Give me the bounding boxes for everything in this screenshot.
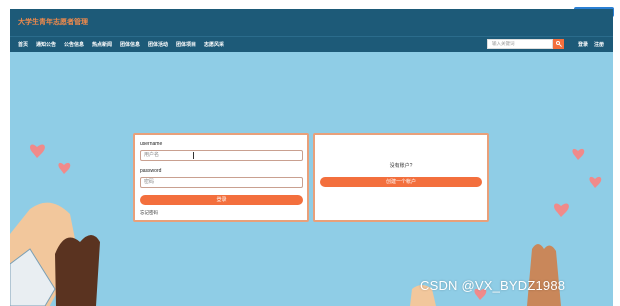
nav-item-announcements[interactable]: 公告信息 bbox=[64, 41, 84, 48]
nav-item-groups[interactable]: 团体信息 bbox=[120, 41, 140, 48]
heart-icon bbox=[589, 176, 602, 188]
password-input[interactable]: 密码 bbox=[140, 177, 303, 188]
hand-illustration bbox=[55, 235, 100, 306]
nav-item-home[interactable]: 首页 bbox=[18, 41, 28, 48]
site-title[interactable]: 大学生青年志愿者管理 bbox=[18, 17, 88, 27]
create-account-button[interactable]: 创建一个帐户 bbox=[320, 177, 482, 187]
heart-icon bbox=[30, 144, 45, 158]
main-nav: 首页 通知公告 公告信息 热点新闻 团体信息 团体活动 团体项目 志愿风采 输入… bbox=[10, 36, 613, 52]
nav-item-notices[interactable]: 通知公告 bbox=[36, 41, 56, 48]
nav-item-group-projects[interactable]: 团体项目 bbox=[176, 41, 196, 48]
no-account-text: 没有账户? bbox=[389, 163, 413, 169]
site-header: 大学生青年志愿者管理 bbox=[10, 9, 613, 36]
password-label: password bbox=[140, 168, 162, 174]
search-button[interactable] bbox=[553, 39, 564, 49]
csdn-watermark: CSDN @VX_BYDZ1988 bbox=[420, 278, 566, 293]
login-link[interactable]: 登录 bbox=[578, 41, 588, 48]
nav-item-hot-news[interactable]: 热点新闻 bbox=[92, 41, 112, 48]
login-button[interactable]: 登录 bbox=[140, 195, 303, 205]
nav-item-group-activities[interactable]: 团体活动 bbox=[148, 41, 168, 48]
heart-icon bbox=[572, 148, 585, 160]
background-illustration bbox=[10, 144, 602, 306]
hand-illustration bbox=[527, 244, 561, 306]
search-input[interactable]: 输入关键词 bbox=[487, 39, 553, 49]
browser-page: 大学生青年志愿者管理 首页 通知公告 公告信息 热点新闻 团体信息 团体活动 团… bbox=[10, 9, 613, 306]
register-link[interactable]: 注册 bbox=[594, 41, 604, 48]
username-input[interactable]: 用户名 bbox=[140, 150, 303, 161]
forgot-password-link[interactable]: 忘记密码 bbox=[140, 210, 158, 216]
heart-icon bbox=[554, 203, 569, 217]
username-label: username bbox=[140, 141, 163, 147]
signup-panel: 没有账户? 创建一个帐户 bbox=[313, 133, 489, 222]
heart-icon bbox=[58, 162, 71, 174]
text-cursor-icon bbox=[193, 152, 194, 159]
nav-item-volunteer-showcase[interactable]: 志愿风采 bbox=[204, 41, 224, 48]
login-panel: username 用户名 password 密码 登录 忘记密码 bbox=[133, 133, 309, 222]
